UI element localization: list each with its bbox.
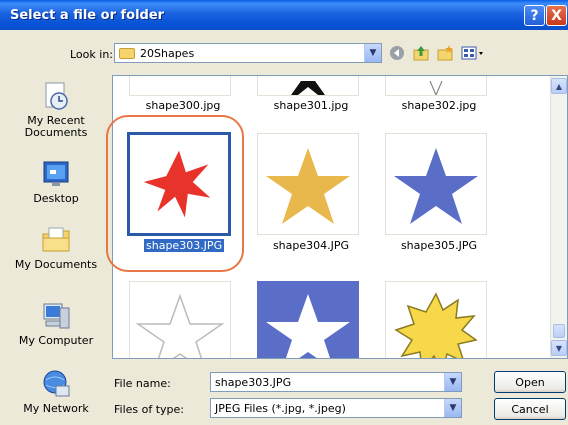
title-bar: Select a file or folder ? X [0,0,568,30]
file-name[interactable]: shape302.jpg [369,99,509,112]
place-recent-documents[interactable]: My Recent Documents [6,80,106,139]
cancel-button[interactable]: Cancel [494,398,566,420]
file-name[interactable]: shape304.JPG [241,239,381,252]
place-my-documents-label: My Documents [14,258,98,271]
place-my-network[interactable]: My Network [6,368,106,415]
file-thumbnail[interactable] [257,76,359,96]
file-name[interactable]: shape305.JPG [369,239,509,252]
lookin-combo[interactable]: 20Shapes ▼ [114,43,382,63]
place-recent-label: My Recent Documents [24,114,88,139]
recent-documents-icon [40,80,72,112]
new-folder-icon[interactable] [436,44,454,62]
yellow-burst-shape [394,292,478,358]
close-icon: X [551,7,562,24]
window-title: Select a file or folder [10,7,165,23]
cancel-button-label: Cancel [511,402,549,416]
places-bar: My Recent Documents Desktop My Documents… [6,74,106,420]
my-computer-icon [40,300,72,332]
chevron-down-icon: ▼ [555,343,563,353]
my-documents-icon [40,224,72,256]
filename-label: File name: [114,377,171,390]
white-star-shape [135,293,225,358]
open-button[interactable]: Open [494,371,566,393]
file-name[interactable]: shape301.jpg [241,99,381,112]
help-button[interactable]: ? [524,5,545,26]
chevron-up-icon: ▲ [555,81,563,91]
file-thumbnail[interactable] [385,133,487,235]
place-my-computer[interactable]: My Computer [6,300,106,347]
chevron-down-icon[interactable]: ▼ [444,373,461,391]
gold-star-shape [266,148,350,224]
help-icon: ? [530,7,539,24]
place-desktop[interactable]: Desktop [6,158,106,205]
place-my-computer-label: My Computer [18,334,94,347]
outline-star-shape [429,80,443,95]
blue-star-shape [394,148,478,224]
open-button-label: Open [515,375,545,389]
file-thumbnail[interactable] [129,281,231,358]
filename-value: shape303.JPG [215,375,292,389]
file-thumbnail[interactable] [129,76,231,96]
chevron-down-icon[interactable]: ▼ [444,399,461,417]
file-thumbnail[interactable] [257,133,359,235]
scroll-up-button[interactable]: ▲ [551,78,567,94]
file-name-selected[interactable]: shape303.JPG [144,239,225,252]
filetype-label: Files of type: [114,403,185,416]
vertical-scrollbar[interactable]: ▲ ▼ [550,76,567,358]
file-name[interactable]: shape300.jpg [113,99,253,112]
chevron-down-icon[interactable]: ▼ [364,44,381,62]
desktop-icon [40,158,72,190]
scroll-down-button[interactable]: ▼ [551,340,567,356]
file-thumbnail[interactable] [385,76,487,96]
lookin-value: 20Shapes [140,46,195,60]
my-network-icon [40,368,72,400]
scroll-thumb[interactable] [553,324,565,338]
close-button[interactable]: X [546,5,567,26]
lookin-label: Look in: [70,48,113,61]
filename-combo[interactable]: shape303.JPG ▼ [210,372,462,392]
file-thumbnail[interactable] [257,281,359,358]
place-my-documents[interactable]: My Documents [6,224,106,271]
up-folder-icon[interactable] [412,44,430,62]
place-my-network-label: My Network [23,402,89,415]
views-menu-icon[interactable] [460,44,486,62]
folder-icon [119,47,135,59]
toolbar [388,44,486,62]
filetype-value: JPEG Files (*.jpg, *.jpeg) [215,401,346,415]
file-thumbnail[interactable] [385,281,487,358]
black-star-shape [291,81,325,95]
red-star-shape [143,150,211,218]
back-icon[interactable] [388,44,406,62]
filetype-combo[interactable]: JPEG Files (*.jpg, *.jpeg) ▼ [210,398,462,418]
white-star-on-blue-shape [266,294,350,358]
file-thumbnail-selected[interactable] [127,132,231,236]
place-desktop-label: Desktop [33,192,79,205]
file-list[interactable]: shape300.jpg shape301.jpg shape302.jpg s… [112,75,568,359]
